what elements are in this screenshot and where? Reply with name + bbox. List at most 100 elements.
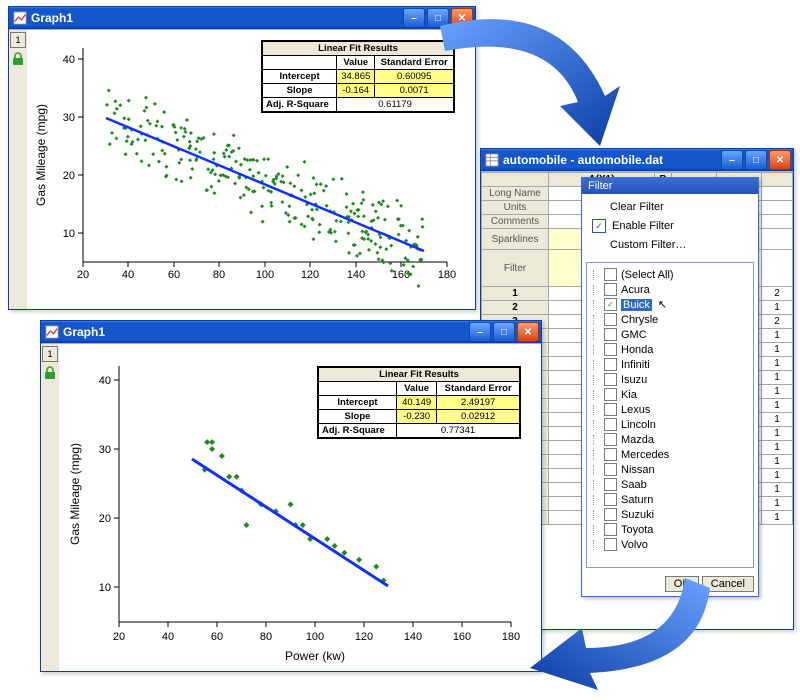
graph-icon — [45, 325, 59, 339]
cursor-icon: ↖ — [658, 298, 667, 311]
filter-item[interactable]: Suzuki — [591, 507, 749, 522]
filter-item[interactable]: Mazda — [591, 432, 749, 447]
svg-text:20: 20 — [63, 170, 75, 182]
filter-ok-button[interactable]: OK — [665, 576, 699, 592]
filter-item[interactable]: Volvo — [591, 537, 749, 552]
checkbox-icon[interactable]: ✓ — [604, 298, 617, 311]
checkbox-icon[interactable] — [604, 343, 617, 356]
menu-custom-filter[interactable]: Custom Filter… — [588, 236, 752, 254]
close-button[interactable]: ✕ — [769, 150, 791, 170]
fit-results-table-1: Linear Fit Results ValueStandard Error I… — [261, 40, 455, 113]
minimize-button[interactable]: – — [721, 150, 743, 170]
layer-tab-1[interactable]: 1 — [10, 32, 26, 48]
checkbox-icon[interactable] — [604, 463, 617, 476]
maximize-button[interactable]: □ — [427, 8, 449, 28]
close-button[interactable]: ✕ — [517, 322, 539, 342]
plot-area-2: 20 40 60 80 100 120 140 160 180 10 20 30… — [59, 344, 541, 671]
filter-item[interactable]: Isuzu — [591, 372, 749, 387]
svg-text:20: 20 — [113, 631, 125, 643]
svg-text:20: 20 — [99, 513, 111, 525]
minimize-button[interactable]: – — [403, 8, 425, 28]
checkbox-icon[interactable] — [604, 313, 617, 326]
checkbox-icon[interactable] — [604, 388, 617, 401]
filter-item[interactable]: Infiniti — [591, 357, 749, 372]
svg-text:10: 10 — [99, 582, 111, 594]
minimize-button[interactable]: – — [469, 322, 491, 342]
filter-item[interactable]: Saturn — [591, 492, 749, 507]
close-button[interactable]: ✕ — [451, 8, 473, 28]
checkbox-icon[interactable] — [604, 328, 617, 341]
filter-item[interactable]: Chrysle — [591, 312, 749, 327]
filter-item[interactable]: Lexus — [591, 402, 749, 417]
svg-text:160: 160 — [392, 269, 410, 281]
title-bar[interactable]: automobile - automobile.dat – □ ✕ — [481, 149, 793, 171]
plot-area-1: 20 40 60 80 100 120 140 160 180 10 20 30… — [27, 30, 475, 309]
checkbox-icon[interactable] — [604, 508, 617, 521]
svg-text:180: 180 — [502, 631, 520, 643]
filter-item[interactable]: Saab — [591, 477, 749, 492]
checkbox-icon[interactable] — [604, 283, 617, 296]
window-title: Graph1 — [63, 325, 469, 339]
filter-item[interactable]: Nissan — [591, 462, 749, 477]
svg-text:40: 40 — [122, 269, 134, 281]
svg-text:120: 120 — [301, 269, 319, 281]
svg-text:30: 30 — [99, 444, 111, 456]
svg-text:120: 120 — [355, 631, 373, 643]
checkbox-icon[interactable] — [604, 493, 617, 506]
filter-item[interactable]: ✓Buick↖ — [591, 297, 749, 312]
svg-text:20: 20 — [77, 269, 89, 281]
filter-item[interactable]: GMC — [591, 327, 749, 342]
fit-results-table-2: Linear Fit Results ValueStandard Error I… — [317, 366, 521, 439]
checkbox-icon[interactable] — [604, 268, 617, 281]
x-axis-label: Power (kw) — [285, 649, 345, 663]
checkbox-icon[interactable] — [604, 358, 617, 371]
y-axis-label: Gas Mileage (mpg) — [34, 104, 48, 206]
checkbox-icon[interactable] — [604, 478, 617, 491]
layer-strip: 1 — [41, 344, 60, 671]
checkbox-icon[interactable] — [604, 433, 617, 446]
lock-icon — [43, 366, 57, 380]
check-icon: ✓ — [592, 219, 606, 233]
checkbox-icon[interactable] — [604, 418, 617, 431]
title-bar[interactable]: Graph1 – □ ✕ — [41, 321, 541, 343]
checkbox-icon[interactable] — [604, 403, 617, 416]
svg-text:180: 180 — [438, 269, 456, 281]
layer-strip: 1 — [9, 30, 28, 309]
y-axis-label: Gas Mileage (mpg) — [68, 443, 82, 545]
svg-text:10: 10 — [63, 228, 75, 240]
svg-text:140: 140 — [404, 631, 422, 643]
checkbox-icon[interactable] — [604, 538, 617, 551]
svg-text:60: 60 — [168, 269, 180, 281]
filter-item[interactable]: Toyota — [591, 522, 749, 537]
layer-tab-1[interactable]: 1 — [42, 346, 58, 362]
menu-enable-filter[interactable]: ✓Enable Filter — [588, 216, 752, 236]
filter-cancel-button[interactable]: Cancel — [702, 576, 754, 592]
graph-window-2[interactable]: Graph1 – □ ✕ 1 20 40 60 80 10 — [40, 320, 542, 672]
menu-clear-filter[interactable]: Clear Filter — [588, 198, 752, 216]
svg-text:160: 160 — [453, 631, 471, 643]
filter-item[interactable]: Mercedes — [591, 447, 749, 462]
svg-text:140: 140 — [347, 269, 365, 281]
filter-item[interactable]: Honda — [591, 342, 749, 357]
checkbox-icon[interactable] — [604, 448, 617, 461]
worksheet-icon — [485, 153, 499, 167]
title-bar[interactable]: Graph1 – □ ✕ — [9, 7, 475, 29]
window-title: Graph1 — [31, 11, 403, 25]
checkbox-icon[interactable] — [604, 523, 617, 536]
filter-popup[interactable]: Filter Clear Filter ✓Enable Filter Custo… — [581, 177, 759, 597]
fit-line-2 — [192, 459, 388, 586]
filter-item[interactable]: Lincoln — [591, 417, 749, 432]
svg-text:40: 40 — [63, 54, 75, 66]
maximize-button[interactable]: □ — [493, 322, 515, 342]
filter-value-list[interactable]: (Select All) Acura✓Buick↖ChrysleGMCHonda… — [586, 262, 754, 568]
filter-item[interactable]: Acura — [591, 282, 749, 297]
window-title: automobile - automobile.dat — [503, 153, 721, 167]
checkbox-icon[interactable] — [604, 373, 617, 386]
filter-menu[interactable]: Clear Filter ✓Enable Filter Custom Filte… — [582, 194, 758, 258]
graph-window-1[interactable]: Graph1 – □ ✕ 1 20 40 60 — [8, 6, 476, 310]
svg-text:30: 30 — [63, 112, 75, 124]
filter-item-select-all[interactable]: (Select All) — [591, 267, 749, 282]
maximize-button[interactable]: □ — [745, 150, 767, 170]
filter-item[interactable]: Kia — [591, 387, 749, 402]
graph-icon — [13, 11, 27, 25]
